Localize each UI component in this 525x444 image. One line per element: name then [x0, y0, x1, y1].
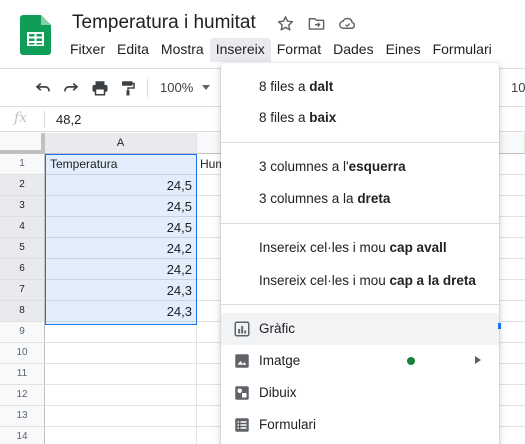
- row-header-10[interactable]: 10: [0, 343, 45, 364]
- font-size-input[interactable]: 10: [511, 80, 525, 95]
- menu-fitxer[interactable]: Fitxer: [64, 38, 111, 62]
- row-header-7[interactable]: 7: [0, 280, 45, 301]
- insert-menu-dropdown: 8 files a dalt 8 files a baix 3 columnes…: [221, 63, 499, 444]
- row-header-9[interactable]: 9: [0, 322, 45, 343]
- menu-item-label: 3 columnes a la: [259, 191, 358, 206]
- menu-item-label: 8 files a: [259, 79, 310, 94]
- menu-bar: Fitxer Edita Mostra Insereix Format Dade…: [64, 38, 498, 62]
- menu-item-columns-left[interactable]: 3 columnes a l'esquerra: [221, 151, 499, 183]
- menu-item-form[interactable]: Formulari: [221, 409, 499, 441]
- menu-item-label: Gràfic: [259, 321, 296, 336]
- menu-item-columns-right[interactable]: 3 columnes a la dreta: [221, 183, 499, 215]
- paint-format-icon[interactable]: [119, 79, 137, 97]
- menu-eines[interactable]: Eines: [380, 38, 427, 62]
- row-header-13[interactable]: 13: [0, 406, 45, 427]
- row-header-4[interactable]: 4: [0, 217, 45, 238]
- menu-item-label-bold: cap a la dreta: [389, 273, 476, 288]
- move-folder-icon[interactable]: [307, 14, 326, 33]
- menu-formulari[interactable]: Formulari: [427, 38, 498, 62]
- zoom-select[interactable]: 100%: [160, 80, 193, 95]
- menu-item-label: 3 columnes a l': [259, 159, 349, 174]
- menu-item-insert-cells-shift-right[interactable]: Insereix cel·les i mou cap a la dreta: [221, 265, 499, 297]
- image-icon: [233, 352, 251, 370]
- menu-item-label-bold: dreta: [357, 191, 391, 206]
- menu-item-label: 8 files a: [259, 110, 310, 125]
- column-header-a[interactable]: A: [45, 133, 197, 154]
- document-title[interactable]: Temperatura i humitat: [72, 12, 256, 34]
- cell-a6[interactable]: 24,2: [46, 259, 196, 280]
- cell-a2[interactable]: 24,5: [46, 175, 196, 196]
- row-header-6[interactable]: 6: [0, 259, 45, 280]
- cloud-status-icon[interactable]: [338, 14, 357, 33]
- menu-separator: [221, 142, 499, 143]
- sheets-logo-icon[interactable]: [20, 15, 51, 55]
- menu-item-label: Imatge: [259, 353, 301, 368]
- formula-divider: [44, 111, 45, 128]
- menu-item-label-bold: baix: [309, 110, 337, 125]
- star-icon[interactable]: [276, 14, 295, 33]
- menu-insereix[interactable]: Insereix: [209, 38, 271, 62]
- menu-item-rows-above[interactable]: 8 files a dalt: [221, 71, 499, 103]
- menu-item-label-bold: cap avall: [389, 240, 447, 255]
- menu-item-rows-below[interactable]: 8 files a baix: [221, 102, 499, 134]
- menu-item-drawing[interactable]: Dibuix: [221, 377, 499, 409]
- row-header-1[interactable]: 1: [0, 154, 45, 175]
- form-icon: [233, 416, 251, 434]
- menu-item-label-bold: esquerra: [348, 159, 406, 174]
- row-header-14[interactable]: 14: [0, 427, 45, 444]
- menu-mostra[interactable]: Mostra: [155, 38, 210, 62]
- menu-item-chart[interactable]: Gràfic: [221, 313, 499, 345]
- menu-item-image[interactable]: Imatge: [221, 345, 499, 377]
- zoom-dropdown-icon[interactable]: [202, 85, 210, 90]
- menu-item-label-bold: dalt: [309, 79, 334, 94]
- menu-item-label: Formulari: [259, 417, 317, 432]
- row-header-11[interactable]: 11: [0, 364, 45, 385]
- redo-icon[interactable]: [62, 79, 80, 97]
- menu-item-label: Insereix cel·les i mou: [259, 273, 390, 288]
- cell-a5[interactable]: 24,2: [46, 238, 196, 259]
- select-all-corner[interactable]: [0, 133, 45, 154]
- menu-separator: [221, 223, 499, 224]
- menu-item-label: Insereix cel·les i mou: [259, 240, 390, 255]
- cell-a1[interactable]: Temperatura: [46, 154, 196, 175]
- menu-format[interactable]: Format: [271, 38, 327, 62]
- menu-edita[interactable]: Edita: [111, 38, 155, 62]
- cell-a4[interactable]: 24,5: [46, 217, 196, 238]
- row-header-3[interactable]: 3: [0, 196, 45, 217]
- row-header-2[interactable]: 2: [0, 175, 45, 196]
- new-feature-dot-icon: [407, 357, 415, 365]
- row-header-8[interactable]: 8: [0, 301, 45, 322]
- cell-a8[interactable]: 24,3: [46, 301, 196, 322]
- formula-input[interactable]: 48,2: [56, 112, 81, 127]
- menu-item-label: Dibuix: [259, 385, 297, 400]
- menu-item-insert-cells-shift-down[interactable]: Insereix cel·les i mou cap avall: [221, 232, 499, 264]
- cell-a3[interactable]: 24,5: [46, 196, 196, 217]
- undo-icon[interactable]: [34, 79, 52, 97]
- print-icon[interactable]: [91, 79, 109, 97]
- cell-a7[interactable]: 24,3: [46, 280, 196, 301]
- row-header-5[interactable]: 5: [0, 238, 45, 259]
- chart-icon: [233, 320, 251, 338]
- submenu-arrow-icon: [475, 356, 481, 364]
- menu-separator: [221, 304, 499, 305]
- row-header-12[interactable]: 12: [0, 385, 45, 406]
- column-resize-marker: [498, 323, 501, 329]
- drawing-icon: [233, 384, 251, 402]
- fx-icon: fx: [14, 110, 28, 126]
- menu-dades[interactable]: Dades: [327, 38, 379, 62]
